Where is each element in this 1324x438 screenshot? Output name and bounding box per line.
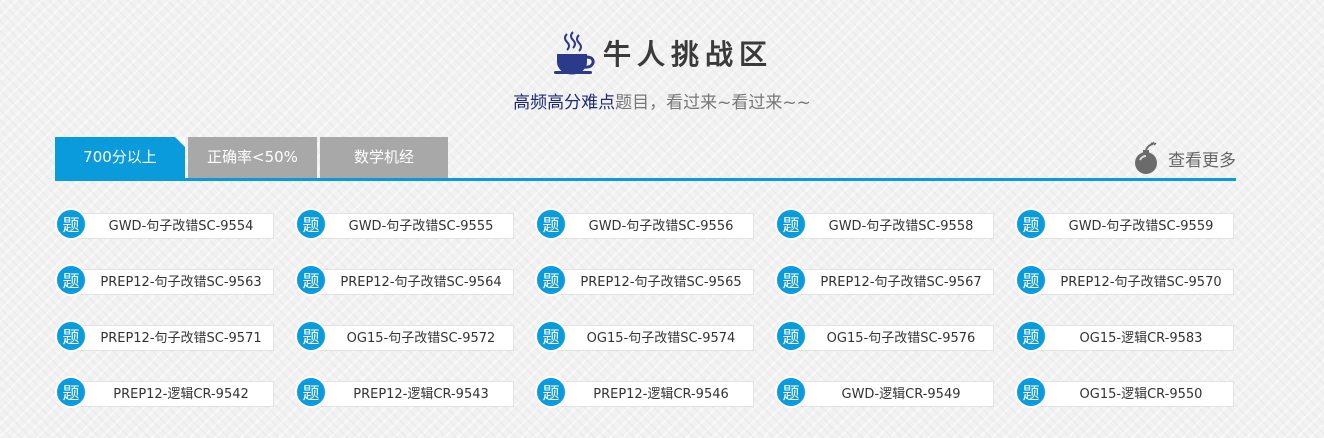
question-item[interactable]: 题 PREP12-逻辑CR-9546 [535, 374, 755, 408]
question-badge-icon: 题 [535, 208, 567, 240]
subtitle-highlight: 高频高分难点 [513, 93, 616, 113]
question-badge-icon: 题 [775, 264, 807, 296]
question-link[interactable]: GWD-句子改错SC-9556 [569, 214, 753, 240]
question-badge-icon: 题 [295, 208, 327, 240]
question-item[interactable]: 题 PREP12-句子改错SC-9567 [775, 262, 995, 296]
question-item[interactable]: 题 PREP12-句子改错SC-9565 [535, 262, 755, 296]
question-badge-icon: 题 [295, 320, 327, 352]
question-link[interactable]: PREP12-句子改错SC-9565 [569, 270, 753, 296]
question-item[interactable]: 题 PREP12-句子改错SC-9564 [295, 262, 515, 296]
question-item[interactable]: 题 OG15-逻辑CR-9583 [1015, 318, 1235, 352]
question-link[interactable]: PREP12-逻辑CR-9546 [569, 382, 753, 408]
question-badge-icon: 题 [775, 208, 807, 240]
question-item[interactable]: 题 PREP12-句子改错SC-9571 [55, 318, 275, 352]
question-badge-icon: 题 [55, 376, 87, 408]
tab-bar: 700分以上 正确率<50% 数学机经 查看更多 [55, 137, 1236, 181]
tab-math-jijing[interactable]: 数学机经 [320, 137, 448, 178]
question-link[interactable]: PREP12-句子改错SC-9570 [1049, 270, 1233, 296]
question-item[interactable]: 题 PREP12-句子改错SC-9563 [55, 262, 275, 296]
question-item[interactable]: 题 OG15-句子改错SC-9576 [775, 318, 995, 352]
page-title: 牛人挑战区 [602, 38, 773, 71]
question-badge-icon: 题 [55, 264, 87, 296]
view-more-label: 查看更多 [1168, 150, 1236, 171]
page-subtitle: 高频高分难点题目，看过来~看过来~~ [0, 88, 1324, 113]
question-badge-icon: 题 [55, 320, 87, 352]
question-item[interactable]: 题 PREP12-逻辑CR-9542 [55, 374, 275, 408]
question-link[interactable]: GWD-句子改错SC-9558 [809, 214, 993, 240]
question-item[interactable]: 题 PREP12-句子改错SC-9570 [1015, 262, 1235, 296]
question-link[interactable]: PREP12-逻辑CR-9543 [329, 382, 513, 408]
coffee-cup-icon [551, 30, 597, 76]
question-item[interactable]: 题 PREP12-逻辑CR-9543 [295, 374, 515, 408]
question-badge-icon: 题 [775, 376, 807, 408]
question-item[interactable]: 题 GWD-句子改错SC-9556 [535, 206, 755, 240]
question-link[interactable]: OG15-句子改错SC-9576 [809, 326, 993, 352]
question-badge-icon: 题 [55, 208, 87, 240]
question-badge-icon: 题 [1015, 376, 1047, 408]
question-link[interactable]: GWD-逻辑CR-9549 [809, 382, 993, 408]
question-link[interactable]: PREP12-逻辑CR-9542 [89, 382, 273, 408]
question-link[interactable]: PREP12-句子改错SC-9563 [89, 270, 273, 296]
question-link[interactable]: GWD-句子改错SC-9555 [329, 214, 513, 240]
question-link[interactable]: PREP12-句子改错SC-9567 [809, 270, 993, 296]
question-item[interactable]: 题 GWD-句子改错SC-9554 [55, 206, 275, 240]
challenge-header: 牛人挑战区 高频高分难点题目，看过来~看过来~~ [0, 30, 1324, 113]
question-item[interactable]: 题 OG15-句子改错SC-9572 [295, 318, 515, 352]
question-badge-icon: 题 [295, 376, 327, 408]
question-badge-icon: 题 [535, 376, 567, 408]
question-badge-icon: 题 [775, 320, 807, 352]
question-item[interactable]: 题 OG15-句子改错SC-9574 [535, 318, 755, 352]
question-link[interactable]: OG15-句子改错SC-9572 [329, 326, 513, 352]
question-badge-icon: 题 [1015, 208, 1047, 240]
question-badge-icon: 题 [1015, 264, 1047, 296]
tab-accuracy-below-50[interactable]: 正确率<50% [188, 137, 317, 178]
question-item[interactable]: 题 OG15-逻辑CR-9550 [1015, 374, 1235, 408]
question-link[interactable]: PREP12-句子改错SC-9564 [329, 270, 513, 296]
bomb-icon [1132, 141, 1160, 175]
question-badge-icon: 题 [535, 320, 567, 352]
question-item[interactable]: 题 GWD-逻辑CR-9549 [775, 374, 995, 408]
question-link[interactable]: OG15-句子改错SC-9574 [569, 326, 753, 352]
question-link[interactable]: GWD-句子改错SC-9559 [1049, 214, 1233, 240]
question-link[interactable]: PREP12-句子改错SC-9571 [89, 326, 273, 352]
view-more-link[interactable]: 查看更多 [1132, 141, 1236, 175]
question-item[interactable]: 题 GWD-句子改错SC-9558 [775, 206, 995, 240]
question-link[interactable]: OG15-逻辑CR-9550 [1049, 382, 1233, 408]
title-row: 牛人挑战区 [551, 30, 773, 76]
question-badge-icon: 题 [535, 264, 567, 296]
question-badge-icon: 题 [295, 264, 327, 296]
question-item[interactable]: 题 GWD-句子改错SC-9555 [295, 206, 515, 240]
question-item[interactable]: 题 GWD-句子改错SC-9559 [1015, 206, 1235, 240]
question-link[interactable]: GWD-句子改错SC-9554 [89, 214, 273, 240]
question-badge-icon: 题 [1015, 320, 1047, 352]
question-link[interactable]: OG15-逻辑CR-9583 [1049, 326, 1233, 352]
tab-700-plus[interactable]: 700分以上 [55, 137, 185, 178]
subtitle-rest: 题目，看过来~看过来~~ [615, 93, 811, 113]
